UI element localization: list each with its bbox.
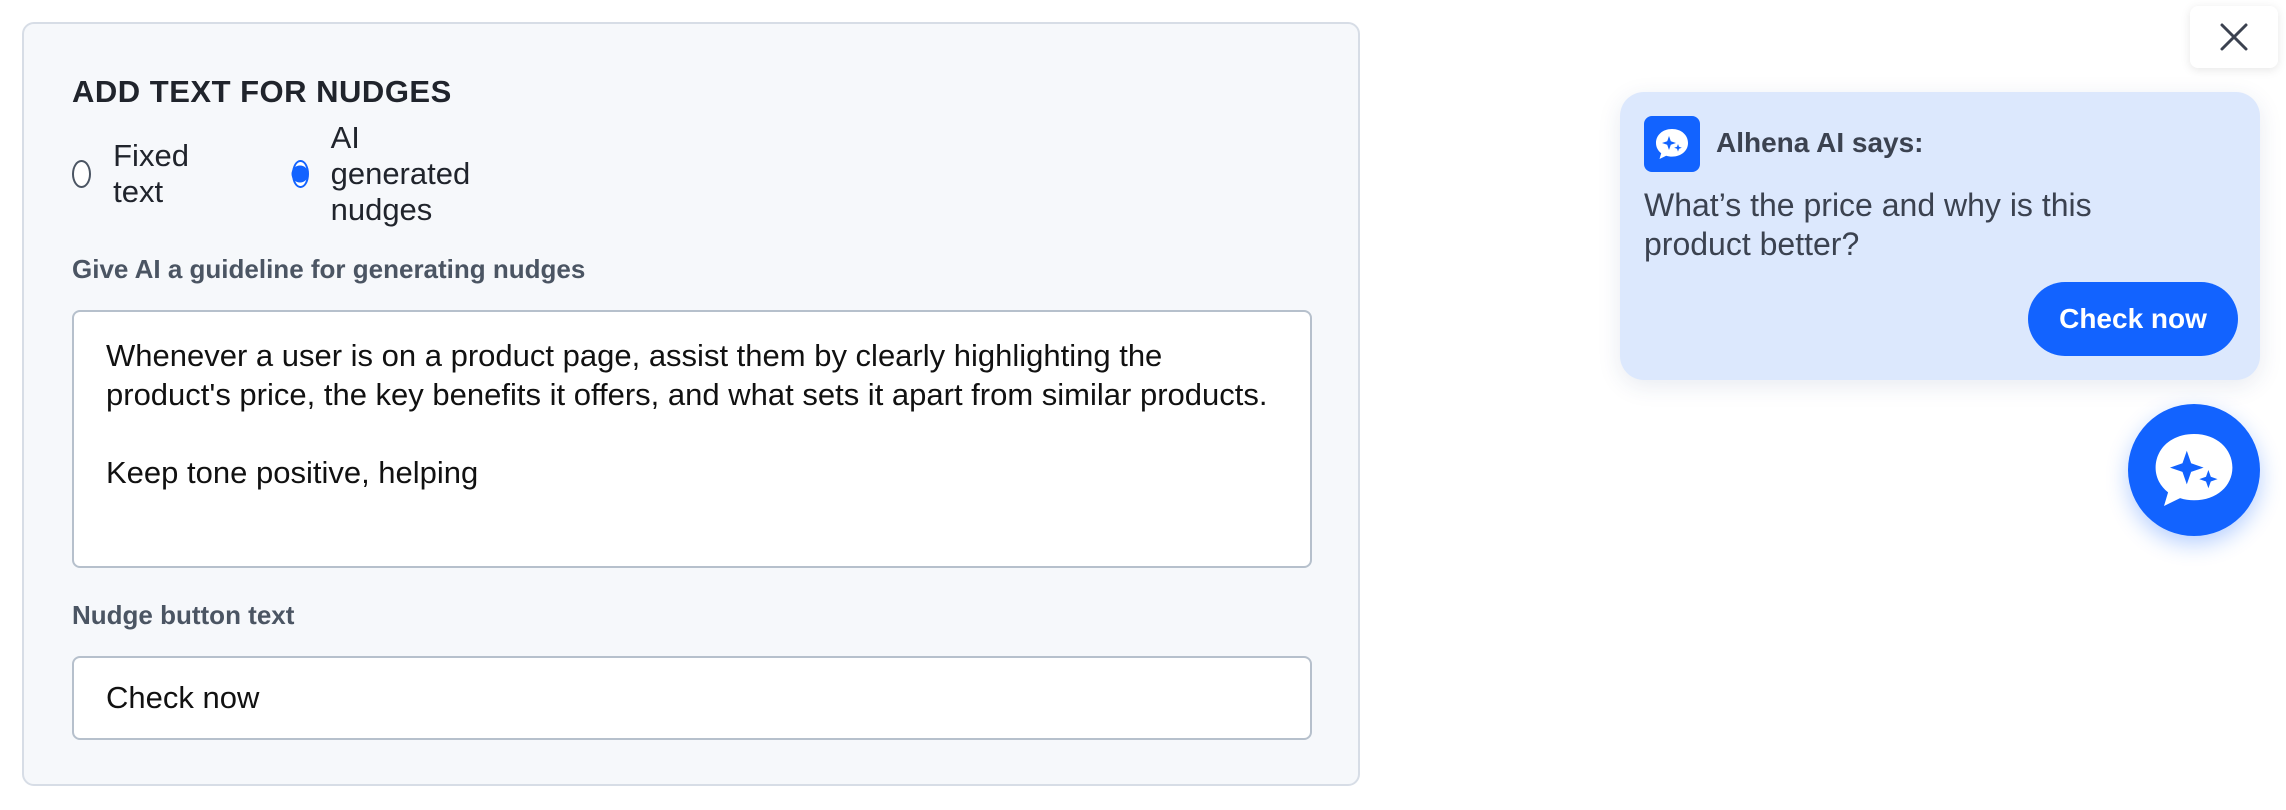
radio-circle[interactable] [292,160,309,188]
radio-ai-generated-nudges[interactable]: AI generated nudges [292,120,482,227]
chat-launcher-button[interactable] [2128,404,2260,536]
guideline-textarea[interactable]: Whenever a user is on a product page, as… [72,310,1312,568]
radio-circle[interactable] [72,160,92,188]
nudge-settings-panel: ADD TEXT FOR NUDGES Fixed text AI genera… [22,22,1360,786]
chat-sparkle-icon[interactable] [2146,422,2242,518]
radio-fixed-text[interactable]: Fixed text [72,138,198,209]
assistant-avatar [1644,116,1700,172]
nudge-preview-card: Alhena AI says: What’s the price and why… [1620,92,2260,380]
nudge-message: What’s the price and why is this product… [1644,187,2092,262]
nudge-sender: Alhena AI says: [1716,127,1924,158]
radio-label[interactable]: Fixed text [113,138,198,210]
button-text-input[interactable]: Check now [72,656,1312,740]
check-now-button[interactable]: Check now [2028,282,2238,356]
button-text-label: Nudge button text [72,600,295,630]
close-icon[interactable] [2219,22,2249,52]
close-button[interactable] [2190,6,2278,68]
radio-label[interactable]: AI generated nudges [331,120,482,228]
chat-sparkle-icon [1656,129,1688,159]
panel-title: ADD TEXT FOR NUDGES [72,74,452,109]
guideline-label: Give AI a guideline for generating nudge… [72,254,586,284]
